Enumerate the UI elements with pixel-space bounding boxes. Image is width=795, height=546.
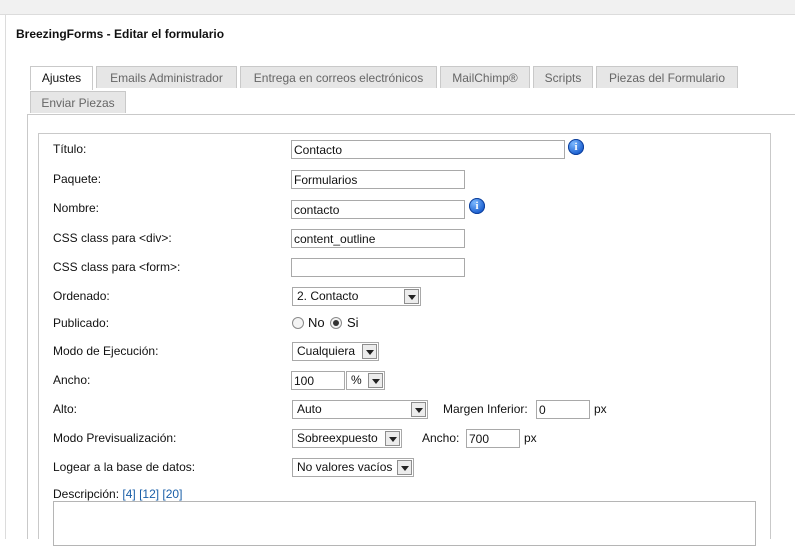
info-icon[interactable]: i	[469, 198, 485, 214]
alto-label: Alto:	[53, 402, 78, 416]
chevron-down-icon	[362, 344, 377, 359]
descripcion-label-row: Descripción: [4] [12] [20]	[53, 487, 182, 501]
descripcion-label: Descripción:	[53, 487, 120, 501]
ordenado-value: 2. Contacto	[297, 289, 359, 303]
publicado-no-label: No	[308, 315, 325, 330]
publicado-label: Publicado:	[53, 316, 110, 330]
info-icon[interactable]: i	[568, 139, 584, 155]
publicado-si-label: Si	[347, 315, 359, 330]
logear-value: No valores vacíos	[297, 460, 393, 474]
publicado-no-radio[interactable]	[292, 317, 304, 329]
modo-ejecucion-label: Modo de Ejecución:	[53, 344, 159, 358]
previsualizacion-select[interactable]: Sobreexpuesto	[292, 429, 402, 448]
tab-mailchimp[interactable]: MailChimp®	[440, 66, 530, 88]
tab-ajustes[interactable]: Ajustes	[30, 66, 93, 90]
tab-emails-administrador[interactable]: Emails Administrador	[96, 66, 237, 88]
descripcion-size-link[interactable]: [20]	[162, 487, 182, 501]
descripcion-size-link[interactable]: [4]	[122, 487, 135, 501]
tab-entrega-correos[interactable]: Entrega en correos electrónicos	[240, 66, 437, 88]
logear-label: Logear a la base de datos:	[53, 460, 196, 474]
margen-inferior-unit: px	[594, 402, 607, 416]
margen-inferior-label: Margen Inferior:	[443, 402, 528, 416]
titulo-input[interactable]	[291, 140, 565, 159]
paquete-input[interactable]	[291, 170, 465, 189]
css-form-label: CSS class para <form>:	[53, 260, 181, 274]
publicado-si-radio[interactable]	[330, 317, 342, 329]
chevron-down-icon	[397, 460, 412, 475]
titulo-label: Título:	[53, 142, 87, 156]
paquete-label: Paquete:	[53, 172, 102, 186]
descripcion-size-link[interactable]: [12]	[139, 487, 159, 501]
ancho-input[interactable]	[291, 371, 345, 390]
settings-fieldset	[38, 133, 771, 539]
previsualizacion-label: Modo Previsualización:	[53, 431, 177, 445]
alto-select[interactable]: Auto	[292, 400, 428, 419]
logear-select[interactable]: No valores vacíos	[292, 458, 414, 477]
ancho-unit-select[interactable]: %	[346, 371, 385, 390]
previsualizacion-ancho-label: Ancho:	[422, 431, 460, 445]
css-form-input[interactable]	[291, 258, 465, 277]
tab-enviar-piezas[interactable]: Enviar Piezas	[30, 91, 126, 113]
ordenado-label: Ordenado:	[53, 289, 110, 303]
nombre-label: Nombre:	[53, 201, 100, 215]
css-div-label: CSS class para <div>:	[53, 231, 172, 245]
ancho-label: Ancho:	[53, 373, 91, 387]
previsualizacion-ancho-input[interactable]	[466, 429, 520, 448]
previsualizacion-ancho-unit: px	[524, 431, 537, 445]
chevron-down-icon	[411, 402, 426, 417]
top-band	[0, 0, 795, 15]
margen-inferior-input[interactable]	[536, 400, 590, 419]
tab-piezas-formulario[interactable]: Piezas del Formulario	[596, 66, 738, 88]
page-title: BreezingForms - Editar el formulario	[16, 27, 225, 41]
modo-ejecucion-value: Cualquiera	[297, 344, 356, 358]
nombre-input[interactable]	[291, 200, 465, 219]
left-divider	[5, 14, 6, 539]
ancho-unit-value: %	[351, 373, 362, 387]
ordenado-select[interactable]: 2. Contacto	[292, 287, 421, 306]
chevron-down-icon	[404, 289, 419, 304]
css-div-input[interactable]	[291, 229, 465, 248]
chevron-down-icon	[368, 373, 383, 388]
alto-value: Auto	[297, 402, 322, 416]
descripcion-textarea[interactable]	[53, 501, 756, 546]
previsualizacion-value: Sobreexpuesto	[297, 431, 378, 445]
modo-ejecucion-select[interactable]: Cualquiera	[292, 342, 379, 361]
tab-scripts[interactable]: Scripts	[533, 66, 593, 88]
chevron-down-icon	[385, 431, 400, 446]
